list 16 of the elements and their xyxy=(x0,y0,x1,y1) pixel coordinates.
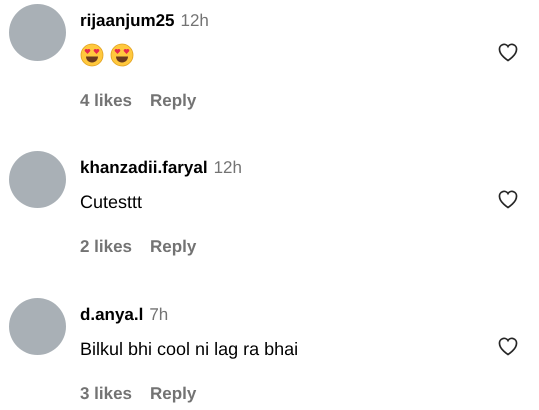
reply-button[interactable]: Reply xyxy=(150,384,196,404)
reply-button[interactable]: Reply xyxy=(150,237,196,257)
smiling-face-heart-eyes-icon xyxy=(80,43,104,67)
reply-button[interactable]: Reply xyxy=(150,91,196,111)
comment-time: 12h xyxy=(180,11,209,31)
username[interactable]: khanzadii.faryal xyxy=(80,158,208,178)
likes-count[interactable]: 4 likes xyxy=(80,91,132,111)
comment-text: Bilkul bhi cool ni lag ra bhai xyxy=(80,339,300,360)
comment-text: Cutesttt xyxy=(80,192,144,213)
likes-count[interactable]: 2 likes xyxy=(80,237,132,257)
likes-count[interactable]: 3 likes xyxy=(80,384,132,404)
username[interactable]: d.anya.l xyxy=(80,305,144,325)
username[interactable]: rijaanjum25 xyxy=(80,11,174,31)
comment-time: 12h xyxy=(214,158,242,178)
comment-time: 7h xyxy=(149,305,168,325)
smiling-face-heart-eyes-icon xyxy=(110,43,134,67)
